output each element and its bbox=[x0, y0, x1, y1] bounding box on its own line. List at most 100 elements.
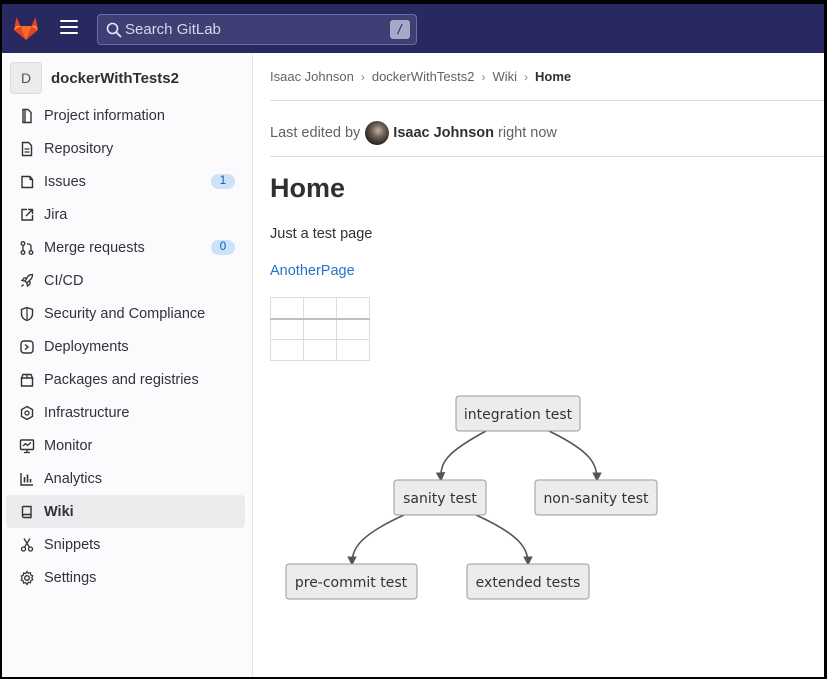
hamburger-icon[interactable] bbox=[60, 20, 78, 36]
sidebar-item-label: Infrastructure bbox=[44, 404, 130, 421]
infrastructure-icon bbox=[18, 404, 36, 422]
page-body-text: Just a test page bbox=[270, 226, 373, 242]
sidebar-item-snippets[interactable]: Snippets bbox=[6, 528, 245, 561]
diagram-edge bbox=[475, 514, 533, 566]
sidebar-item-label: Jira bbox=[44, 206, 68, 223]
scissors-icon bbox=[18, 536, 36, 554]
breadcrumb-item-user[interactable]: Isaac Johnson bbox=[270, 69, 354, 84]
sidebar-item-label: CI/CD bbox=[44, 272, 84, 289]
table-cell bbox=[336, 318, 370, 340]
browser-frame: / D dockerWithTests2 Project information… bbox=[2, 4, 824, 677]
table-cell bbox=[303, 318, 337, 340]
sidebar-item-deployments[interactable]: Deployments bbox=[6, 330, 245, 363]
author-name[interactable]: Isaac Johnson bbox=[393, 125, 494, 141]
diagram-node-label: non-sanity test bbox=[543, 491, 649, 507]
breadcrumb-item-wiki[interactable]: Wiki bbox=[492, 69, 517, 84]
sidebar-item-repository[interactable]: Repository bbox=[6, 132, 245, 165]
table-cell bbox=[270, 318, 304, 340]
sidebar-item-label: Settings bbox=[44, 569, 97, 586]
document-icon bbox=[18, 140, 36, 158]
chevron-right-icon: › bbox=[523, 69, 528, 84]
edited-time: right now bbox=[498, 125, 557, 141]
table-header-cell bbox=[270, 297, 304, 320]
count-badge: 1 bbox=[211, 174, 235, 189]
table-header-cell bbox=[336, 297, 370, 320]
external-link-icon bbox=[18, 206, 36, 224]
diagram-node: pre-commit test bbox=[285, 563, 418, 600]
monitor-icon bbox=[18, 437, 36, 455]
shield-icon bbox=[18, 305, 36, 323]
table-cell bbox=[303, 339, 337, 361]
sidebar-item-packages-and-registries[interactable]: Packages and registries bbox=[6, 363, 245, 396]
sidebar-item-label: Monitor bbox=[44, 437, 93, 454]
diagram-edge bbox=[548, 430, 602, 482]
table-row bbox=[270, 318, 370, 340]
top-bar: / bbox=[2, 4, 824, 53]
sidebar-item-wiki[interactable]: Wiki bbox=[6, 495, 245, 528]
breadcrumb-item-project[interactable]: dockerWithTests2 bbox=[372, 69, 475, 84]
project-icon bbox=[18, 107, 36, 125]
mermaid-diagram: integration test sanity test non-sanity … bbox=[285, 395, 658, 600]
chart-icon bbox=[18, 470, 36, 488]
sidebar: D dockerWithTests2 Project information Re… bbox=[2, 53, 253, 677]
main-content: Isaac Johnson › dockerWithTests2 › Wiki … bbox=[270, 53, 824, 677]
divider bbox=[270, 156, 824, 157]
sidebar-item-merge-requests[interactable]: Merge requests 0 bbox=[6, 231, 245, 264]
sidebar-item-label: Security and Compliance bbox=[44, 305, 206, 322]
search-icon bbox=[106, 22, 122, 38]
sidebar-item-issues[interactable]: Issues 1 bbox=[6, 165, 245, 198]
sidebar-item-jira[interactable]: Jira bbox=[6, 198, 245, 231]
sidebar-item-label: Project information bbox=[44, 107, 165, 124]
sidebar-item-settings[interactable]: Settings bbox=[6, 561, 245, 594]
chevron-right-icon: › bbox=[481, 69, 486, 84]
diagram-node: non-sanity test bbox=[534, 479, 658, 516]
merge-request-icon bbox=[18, 239, 36, 257]
diagram-node-label: sanity test bbox=[403, 491, 477, 507]
wiki-page-link[interactable]: AnotherPage bbox=[270, 263, 355, 279]
search-shortcut-key: / bbox=[390, 20, 410, 39]
diagram-node-label: pre-commit test bbox=[295, 575, 408, 591]
diagram-edge bbox=[347, 514, 405, 566]
avatar[interactable] bbox=[365, 121, 390, 145]
table-cell bbox=[336, 339, 370, 361]
diagram-edge bbox=[435, 430, 487, 482]
last-edited-prefix: Last edited by bbox=[270, 125, 361, 141]
chevron-right-icon: › bbox=[360, 69, 365, 84]
sidebar-item-label: Merge requests bbox=[44, 239, 145, 256]
search-input[interactable] bbox=[125, 15, 375, 44]
diagram-node: sanity test bbox=[393, 479, 487, 516]
breadcrumb: Isaac Johnson › dockerWithTests2 › Wiki … bbox=[270, 69, 571, 84]
page-title: Home bbox=[270, 173, 346, 203]
deployments-icon bbox=[18, 338, 36, 356]
sidebar-item-label: Snippets bbox=[44, 536, 101, 553]
last-edited-info: Last edited by Isaac Johnson right now bbox=[270, 121, 557, 145]
diagram-node: extended tests bbox=[466, 563, 590, 600]
issues-icon bbox=[18, 173, 36, 191]
sidebar-item-monitor[interactable]: Monitor bbox=[6, 429, 245, 462]
project-header[interactable]: D dockerWithTests2 bbox=[10, 62, 179, 94]
diagram-node: integration test bbox=[455, 395, 581, 432]
search-box[interactable]: / bbox=[97, 14, 417, 45]
project-name[interactable]: dockerWithTests2 bbox=[51, 70, 179, 87]
sidebar-item-label: Issues bbox=[44, 173, 86, 190]
sidebar-item-ci-cd[interactable]: CI/CD bbox=[6, 264, 245, 297]
sidebar-item-project-information[interactable]: Project information bbox=[6, 99, 245, 132]
diagram-node-label: integration test bbox=[464, 407, 573, 423]
sidebar-item-label: Analytics bbox=[44, 470, 103, 487]
gear-icon bbox=[18, 569, 36, 587]
rocket-icon bbox=[18, 272, 36, 290]
table-row bbox=[270, 297, 370, 320]
project-avatar: D bbox=[10, 62, 42, 94]
gitlab-tanuki-icon[interactable] bbox=[12, 15, 40, 41]
sidebar-item-label: Wiki bbox=[44, 503, 74, 520]
package-icon bbox=[18, 371, 36, 389]
book-icon bbox=[18, 503, 36, 521]
table-row bbox=[270, 339, 370, 361]
sidebar-item-analytics[interactable]: Analytics bbox=[6, 462, 245, 495]
diagram-node-label: extended tests bbox=[476, 575, 581, 591]
sidebar-item-label: Repository bbox=[44, 140, 114, 157]
sidebar-item-security-and-compliance[interactable]: Security and Compliance bbox=[6, 297, 245, 330]
sidebar-item-label: Deployments bbox=[44, 338, 129, 355]
sidebar-item-infrastructure[interactable]: Infrastructure bbox=[6, 396, 245, 429]
breadcrumb-item-current[interactable]: Home bbox=[535, 69, 571, 84]
